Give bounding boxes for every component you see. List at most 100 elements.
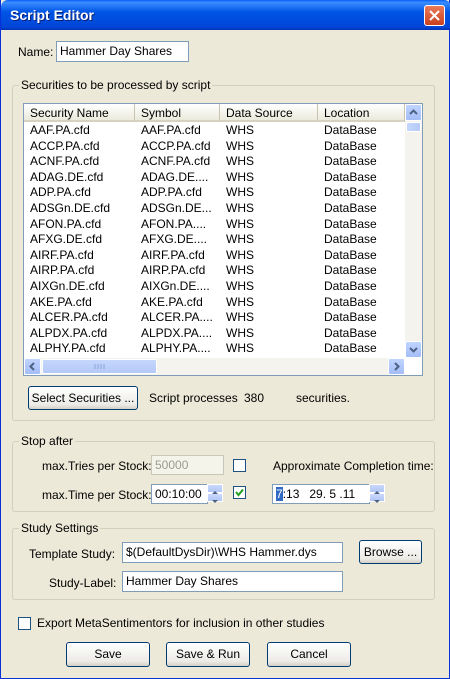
table-row[interactable]: AIXGn.DE.cfd AIXGn.DE.... WHS DataBase [24,279,404,295]
table-row[interactable]: ADP.PA.cfd ADP.PA.cfd WHS DataBase [24,185,404,201]
table-row[interactable]: AAF.PA.cfd AAF.PA.cfd WHS DataBase [24,123,404,139]
spin-up-button[interactable] [369,484,385,494]
location-cell: DataBase [324,201,377,215]
location-cell: DataBase [324,185,377,200]
security-name-cell: ALPDX.PA.cfd [30,325,108,340]
symbol-cell: ACCP.PA.cfd [141,138,211,153]
securities-list[interactable]: Security Name Symbol Data Source Locatio… [23,103,423,376]
list-header: Security Name Symbol Data Source Locatio… [24,104,422,122]
data-source-cell: WHS [226,138,254,153]
save-button[interactable]: Save [66,642,150,667]
name-input[interactable]: Hammer Day Shares [56,41,189,62]
column-header-location[interactable]: Location [318,104,405,122]
table-row[interactable]: AFXG.DE.cfd AFXG.DE.... WHS DataBase [24,232,404,248]
location-cell: DataBase [324,169,377,184]
symbol-cell: AFON.PA.... [141,216,207,231]
checkmark-icon [235,488,244,497]
securities-group-title: Securities to be processed by script [19,78,213,92]
spin-up-button[interactable] [207,484,223,494]
security-name-cell: ADP.PA.cfd [30,185,91,200]
table-row[interactable]: AIRP.PA.cfd AIRP.PA.cfd WHS DataBase [24,263,404,279]
location-cell: DataBase [324,294,377,309]
max-tries-input[interactable]: 50000 [151,455,224,475]
spin-down-button[interactable] [369,493,385,503]
location-cell: DataBase [324,325,377,340]
table-row[interactable]: ALPHY.PA.cfd ALPHY.PA.... WHS DataBase [24,341,404,357]
location-cell: DataBase [324,279,377,293]
export-metasentimentors-checkbox[interactable] [18,617,31,630]
table-row[interactable]: ADSGn.DE.cfd ADSGn.DE... WHS DataBase [24,201,404,217]
select-securities-button[interactable]: Select Securities ... [28,386,138,410]
symbol-cell: AIXGn.DE.... [141,279,210,293]
close-button[interactable] [424,5,445,26]
symbol-cell: AIRP.PA.cfd [141,263,206,278]
max-time-input[interactable]: 00:10:00 [151,484,208,504]
securities-suffix-label: securities. [296,391,351,405]
caret-down-icon [212,500,218,503]
table-row[interactable]: ACNF.PA.cfd ACNF.PA.cfd WHS DataBase [24,154,404,170]
max-time-checkbox[interactable] [233,486,246,499]
security-name-cell: ALCER.PA.cfd [30,310,108,325]
security-name-cell: ADAG.DE.cfd [30,169,104,184]
script-processes-label: Script processes [149,391,238,405]
data-source-cell: WHS [226,325,254,340]
scroll-down-button[interactable] [405,341,422,358]
cancel-button[interactable]: Cancel [267,642,351,667]
security-name-cell: AIRP.PA.cfd [30,263,95,278]
symbol-cell: AAF.PA.cfd [141,123,201,137]
symbol-cell: ADSGn.DE... [141,201,212,215]
data-source-cell: WHS [226,294,254,309]
study-label-input[interactable]: Hammer Day Shares [122,571,343,592]
security-name-cell: ACCP.PA.cfd [30,138,100,153]
security-name-cell: ALPHY.PA.cfd [30,341,106,356]
symbol-cell: ALCER.PA.... [141,310,213,325]
template-study-input[interactable]: $(DefaultDysDir)\WHS Hammer.dys [122,542,343,563]
scroll-right-button[interactable] [388,358,405,375]
max-time-spinner[interactable] [207,484,223,503]
location-cell: DataBase [324,310,377,325]
chevron-left-icon [29,362,35,371]
location-cell: DataBase [324,263,377,278]
column-header-data-source[interactable]: Data Source [220,104,318,122]
spin-down-button[interactable] [207,493,223,503]
chevron-right-icon [394,362,400,371]
table-row[interactable]: AKE.PA.cfd AKE.PA.cfd WHS DataBase [24,295,404,311]
save-and-run-button[interactable]: Save & Run [166,642,250,667]
horizontal-scroll-thumb[interactable] [42,359,157,374]
completion-hour-segment[interactable]: 7 [276,487,283,501]
max-time-label: max.Time per Stock: [42,488,152,502]
location-cell: DataBase [324,216,377,231]
vertical-scrollbar[interactable] [405,104,422,358]
security-name-cell: ADSGn.DE.cfd [30,201,111,215]
table-row[interactable]: ALPDX.PA.cfd ALPDX.PA.... WHS DataBase [24,326,404,342]
completion-time-spinner[interactable] [369,484,385,503]
column-header-symbol[interactable]: Symbol [135,104,220,122]
symbol-cell: ALPDX.PA.... [141,325,213,340]
security-name-cell: AIRF.PA.cfd [30,247,94,262]
table-row[interactable]: AFON.PA.cfd AFON.PA.... WHS DataBase [24,217,404,233]
title-bar[interactable]: Script Editor [1,0,450,30]
table-row[interactable]: ACCP.PA.cfd ACCP.PA.cfd WHS DataBase [24,139,404,155]
table-row[interactable]: ALCER.PA.cfd ALCER.PA.... WHS DataBase [24,310,404,326]
chevron-down-icon [409,347,418,353]
data-source-cell: WHS [226,169,254,184]
data-source-cell: WHS [226,154,254,169]
export-metasentimentors-label: Export MetaSentimentors for inclusion in… [37,616,325,630]
symbol-cell: ALPHY.PA.... [141,341,211,356]
security-name-cell: AAF.PA.cfd [30,123,90,137]
scroll-left-button[interactable] [24,358,41,375]
table-row[interactable]: ADAG.DE.cfd ADAG.DE.... WHS DataBase [24,170,404,186]
max-tries-checkbox[interactable] [233,459,246,472]
browse-button[interactable]: Browse ... [359,540,422,564]
data-source-cell: WHS [226,185,254,200]
completion-time-input[interactable]: 7:13 29. 5 .11 [272,484,370,504]
column-header-security-name[interactable]: Security Name [24,104,135,122]
scroll-up-button[interactable] [405,104,422,121]
table-row[interactable]: AIRF.PA.cfd AIRF.PA.cfd WHS DataBase [24,248,404,264]
horizontal-scrollbar[interactable] [24,358,405,375]
completion-time-label: Approximate Completion time: [273,459,434,473]
vertical-scroll-thumb[interactable] [406,122,421,132]
security-name-cell: AKE.PA.cfd [30,294,92,309]
study-label-label: Study-Label: [49,576,117,590]
symbol-cell: AIRF.PA.cfd [141,247,205,262]
